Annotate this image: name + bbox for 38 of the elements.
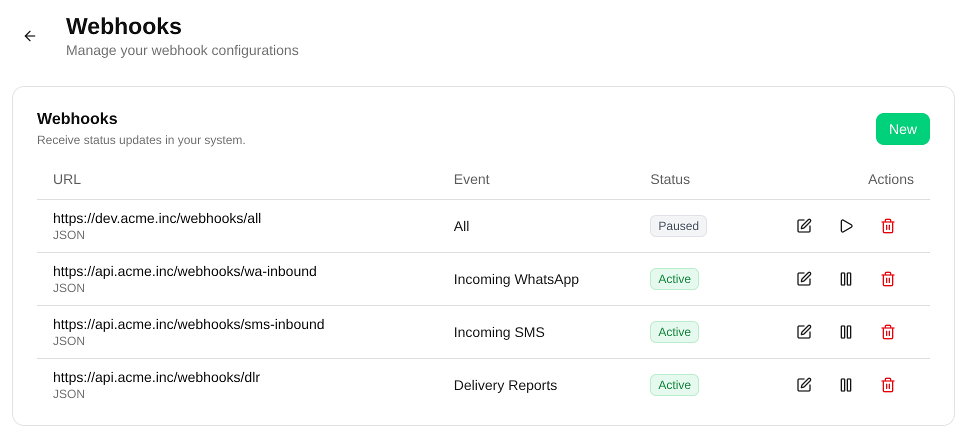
webhook-url: https://dev.acme.inc/webhooks/all [53, 210, 262, 226]
edit-icon[interactable] [796, 377, 812, 393]
delete-icon[interactable] [880, 271, 896, 287]
status-badge: Active [650, 374, 700, 396]
delete-icon[interactable] [880, 218, 896, 234]
format-label: JSON [53, 387, 86, 401]
column-header: Event [438, 171, 634, 200]
event-name: All [454, 218, 470, 234]
new-button[interactable]: New [876, 113, 930, 145]
back-button[interactable] [22, 28, 38, 44]
delete-icon[interactable] [880, 377, 896, 393]
webhook-url: https://api.acme.inc/webhooks/sms-inbound [53, 316, 326, 332]
pause-icon[interactable] [838, 271, 854, 287]
card-title: Webhooks [37, 111, 119, 129]
status-badge: Paused [650, 215, 708, 237]
pause-icon[interactable] [838, 324, 854, 340]
page-title: Webhooks [66, 14, 183, 38]
edit-icon[interactable] [796, 271, 812, 287]
format-label: JSON [53, 228, 86, 242]
page-subtitle: Manage your webhook configurations [66, 42, 299, 58]
format-label: JSON [53, 334, 86, 348]
delete-icon[interactable] [880, 324, 896, 340]
column-header: URL [37, 171, 438, 200]
edit-icon[interactable] [796, 324, 812, 340]
format-label: JSON [53, 281, 86, 295]
play-icon[interactable] [838, 218, 854, 234]
card-subtitle: Receive status updates in your system. [37, 133, 246, 147]
event-name: Incoming SMS [454, 324, 545, 340]
column-header: Actions [780, 171, 930, 200]
status-badge: Active [650, 268, 700, 290]
status-badge: Active [650, 321, 700, 343]
column-header: Status [634, 171, 780, 200]
webhook-url: https://api.acme.inc/webhooks/dlr [53, 369, 261, 385]
event-name: Delivery Reports [454, 377, 558, 393]
edit-icon[interactable] [796, 218, 812, 234]
pause-icon[interactable] [838, 377, 854, 393]
event-name: Incoming WhatsApp [454, 271, 580, 287]
webhook-url: https://api.acme.inc/webhooks/wa-inbound [53, 263, 318, 279]
